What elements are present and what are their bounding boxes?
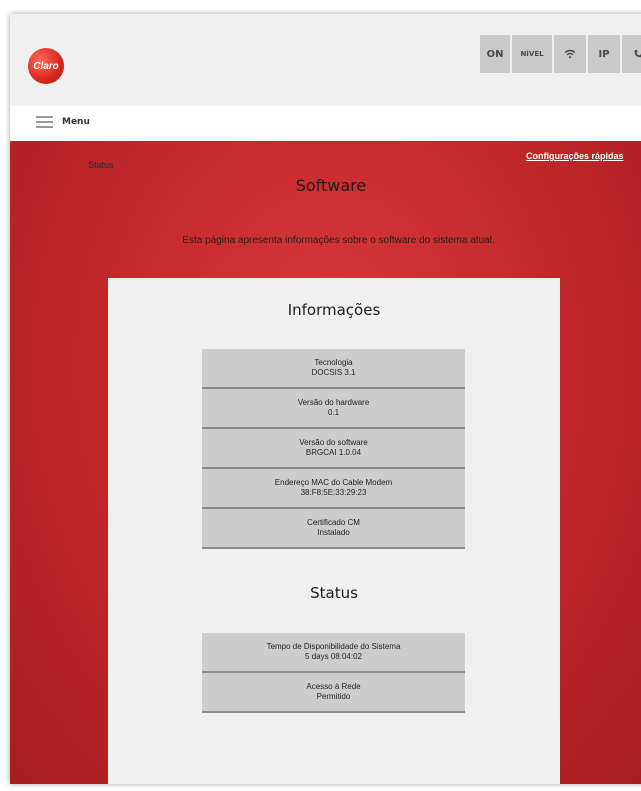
info-value: 0.1 xyxy=(327,408,340,417)
breadcrumb[interactable]: Status xyxy=(88,160,114,170)
quick-settings-link[interactable]: Configurações rápidas xyxy=(526,151,624,161)
info-panel: Informações Tecnologia DOCSIS 3.1 Versão… xyxy=(108,278,560,784)
info-row-mac: Endereço MAC do Cable Modem 38:F8:5E:33:… xyxy=(202,469,465,509)
status-value: 5 days 08:04:02 xyxy=(305,652,362,661)
browser-frame: Claro ON NÍVEL IP Menu Status Configuraç… xyxy=(10,14,641,784)
status-nivel[interactable]: NÍVEL xyxy=(512,35,552,73)
status-label: Tempo de Disponibilidade do Sistema xyxy=(266,642,401,651)
info-value: BRGCAI 1.0.04 xyxy=(305,448,362,457)
hamburger-menu-icon[interactable] xyxy=(36,116,53,128)
info-row-software: Versão do software BRGCAI 1.0.04 xyxy=(202,429,465,469)
status-wifi[interactable] xyxy=(554,35,586,73)
info-label: Versão do hardware xyxy=(297,398,370,407)
info-label: Certificado CM xyxy=(307,518,360,527)
status-value: Permitido xyxy=(316,692,351,701)
status-label: Acesso à Rede xyxy=(306,682,361,691)
status-table: Tempo de Disponibilidade do Sistema 5 da… xyxy=(202,633,465,713)
section-title-status: Status xyxy=(310,584,358,602)
info-row-certificado: Certificado CM Instalado xyxy=(202,509,465,549)
main-content: Status Configurações rápidas Software Es… xyxy=(10,141,641,784)
info-label: Tecnologia xyxy=(314,358,353,367)
info-label: Versão do software xyxy=(299,438,368,447)
phone-icon xyxy=(634,50,641,58)
status-phone[interactable] xyxy=(622,35,641,73)
logo-text: Claro xyxy=(33,60,59,72)
page-title: Software xyxy=(295,176,367,195)
info-value: Instalado xyxy=(317,528,350,537)
status-row-acesso: Acesso à Rede Permitido xyxy=(202,673,465,713)
status-indicators: ON NÍVEL IP xyxy=(480,35,641,73)
page-description: Esta página apresenta informações sobre … xyxy=(182,235,495,246)
info-label: Endereço MAC do Cable Modem xyxy=(274,478,393,487)
info-row-hardware: Versão do hardware 0.1 xyxy=(202,389,465,429)
menu-label[interactable]: Menu xyxy=(62,117,90,127)
header: Claro ON NÍVEL IP xyxy=(10,14,641,106)
claro-logo[interactable]: Claro xyxy=(28,48,64,84)
info-value: DOCSIS 3.1 xyxy=(311,368,356,377)
status-row-uptime: Tempo de Disponibilidade do Sistema 5 da… xyxy=(202,633,465,673)
section-title-informacoes: Informações xyxy=(287,301,381,319)
status-ip[interactable]: IP xyxy=(588,35,620,73)
status-on[interactable]: ON xyxy=(480,35,510,73)
wifi-icon xyxy=(564,49,576,59)
menu-bar: Menu xyxy=(10,106,641,136)
info-value: 38:F8:5E:33:29:23 xyxy=(300,488,367,497)
informacoes-table: Tecnologia DOCSIS 3.1 Versão do hardware… xyxy=(202,349,465,549)
info-row-tecnologia: Tecnologia DOCSIS 3.1 xyxy=(202,349,465,389)
